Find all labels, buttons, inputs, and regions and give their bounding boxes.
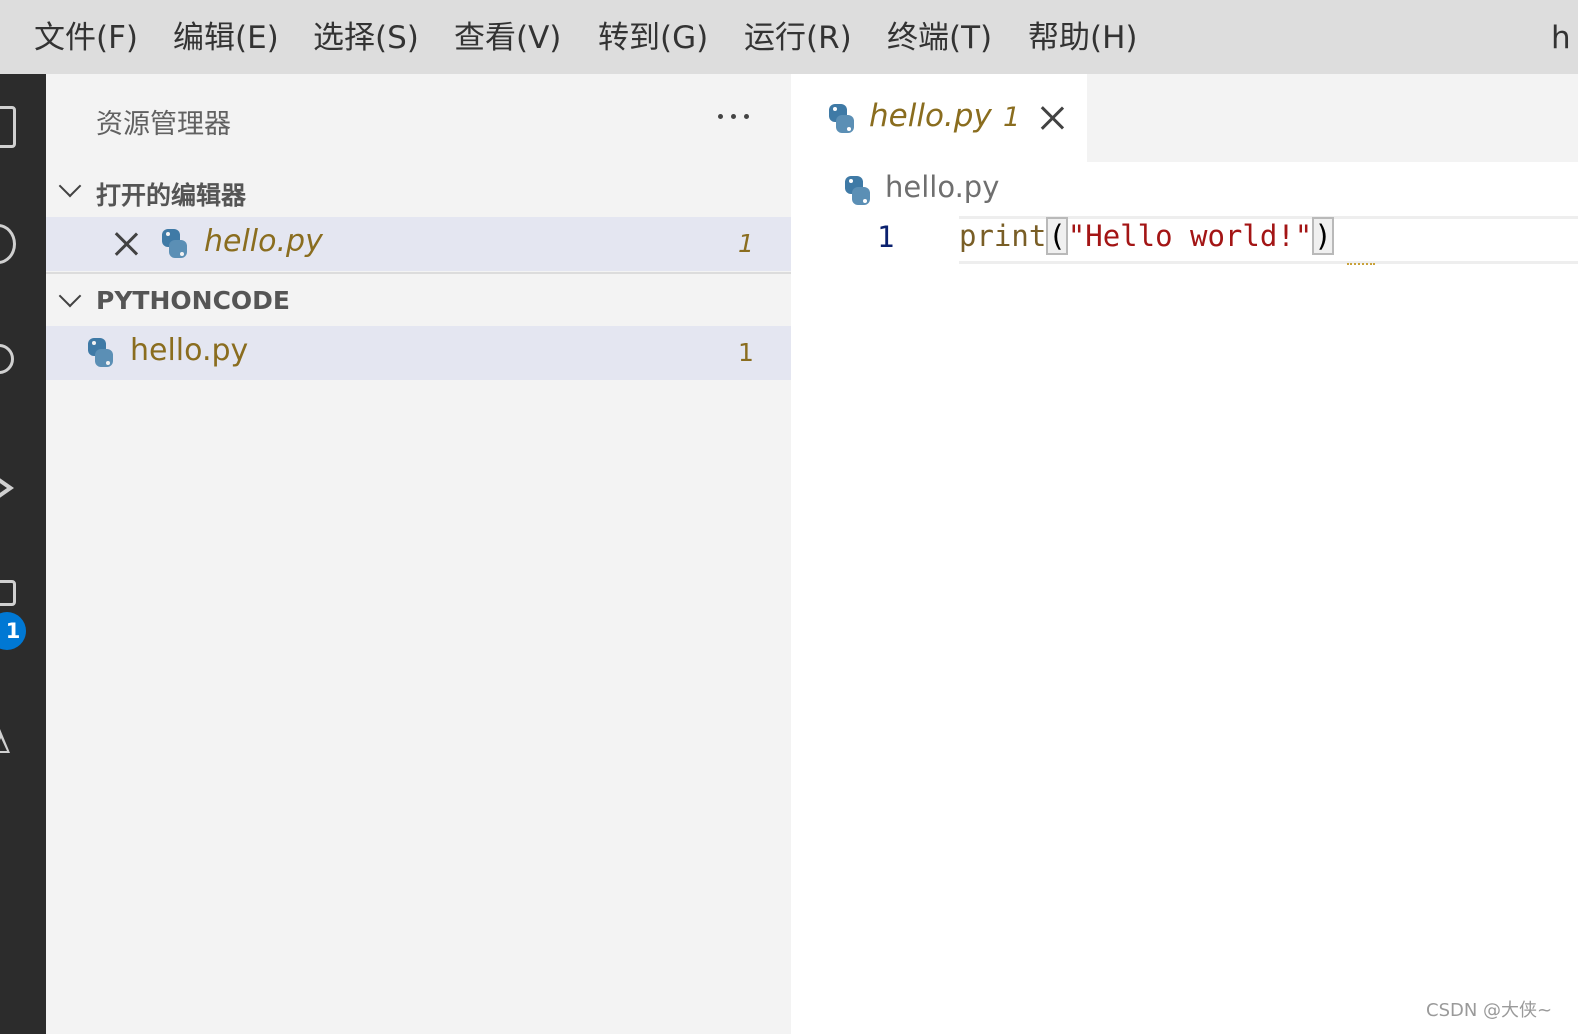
problem-count: 1: [738, 229, 754, 258]
section-divider: [46, 272, 791, 274]
menu-run[interactable]: 运行(R): [744, 16, 852, 60]
files-icon[interactable]: [0, 106, 16, 148]
python-file-icon: [843, 176, 871, 206]
menu-terminal[interactable]: 终端(T): [887, 16, 992, 60]
code-function: print: [959, 219, 1047, 253]
editor-area: hello.py 1 hello.py 1 print("Hello world…: [791, 74, 1578, 1034]
open-editor-item[interactable]: hello.py 1: [46, 217, 791, 271]
activity-bar: 1: [0, 74, 46, 1034]
code-open-paren: (: [1046, 217, 1068, 255]
testing-icon-inner: [0, 738, 7, 751]
open-editors-label: 打开的编辑器: [96, 181, 247, 210]
menu-go[interactable]: 转到(G): [598, 16, 708, 60]
chevron-down-icon: [58, 284, 82, 308]
file-tree-filename: hello.py: [130, 333, 249, 368]
warning-squiggle: [1347, 257, 1375, 265]
tab-strip: hello.py 1: [791, 74, 1578, 162]
line-number: 1: [877, 220, 895, 254]
chevron-down-icon: [58, 174, 82, 198]
window-title: h: [1551, 20, 1571, 56]
breadcrumb[interactable]: hello.py: [885, 170, 999, 204]
search-icon[interactable]: [0, 224, 16, 264]
more-actions-icon[interactable]: [716, 112, 752, 122]
python-file-icon: [86, 338, 114, 368]
code-line[interactable]: print("Hello world!"): [959, 217, 1334, 255]
source-control-icon[interactable]: [0, 344, 14, 374]
close-icon[interactable]: [1039, 105, 1065, 131]
tab-hello-py[interactable]: hello.py 1: [791, 74, 1087, 162]
menu-bar: 文件(F) 编辑(E) 选择(S) 查看(V) 转到(G) 运行(R) 终端(T…: [0, 0, 1578, 74]
menu-edit[interactable]: 编辑(E): [173, 16, 279, 60]
folder-header[interactable]: PYTHONCODE: [46, 280, 791, 330]
code-string: "Hello world!": [1067, 219, 1313, 253]
sidebar-title: 资源管理器: [96, 109, 231, 140]
tab-problem-count: 1: [1003, 102, 1021, 133]
open-editors-header[interactable]: 打开的编辑器: [46, 170, 791, 220]
python-file-icon: [827, 104, 855, 134]
tab-label: hello.py: [869, 98, 992, 134]
close-icon[interactable]: [113, 231, 139, 257]
menu-help[interactable]: 帮助(H): [1028, 16, 1138, 60]
python-file-icon: [160, 229, 188, 259]
code-close-paren: ): [1312, 217, 1334, 255]
problem-count: 1: [738, 338, 754, 367]
explorer-sidebar: 资源管理器 打开的编辑器 hello.py 1 PYTHONCODE hello…: [46, 74, 791, 1034]
run-debug-icon-inner: [0, 479, 7, 497]
menu-file[interactable]: 文件(F): [34, 16, 138, 60]
extensions-badge: 1: [0, 612, 26, 650]
menu-view[interactable]: 查看(V): [454, 16, 561, 60]
menu-selection[interactable]: 选择(S): [313, 16, 419, 60]
file-tree-item[interactable]: hello.py 1: [46, 326, 791, 380]
extensions-icon[interactable]: [0, 580, 16, 606]
watermark: CSDN @大侠~: [1426, 1000, 1553, 1021]
folder-label: PYTHONCODE: [96, 286, 291, 315]
open-editor-filename: hello.py: [204, 224, 323, 259]
